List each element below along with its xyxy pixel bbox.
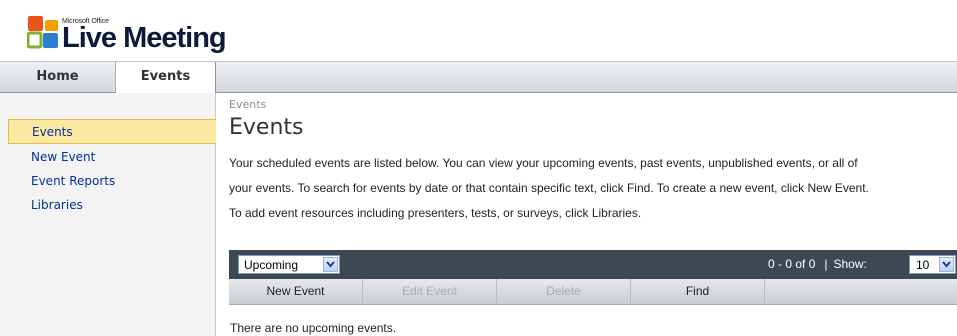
new-event-button[interactable]: New Event [229,279,363,304]
show-label: Show: [833,257,867,271]
product-name: Live Meeting [62,22,227,54]
pager-separator: | [824,257,828,271]
description-line: your events. To search for events by dat… [229,181,869,195]
find-button[interactable]: Find [631,279,765,304]
chevron-down-icon [942,261,951,268]
event-filter-select[interactable]: Upcoming [238,255,340,274]
filter-dropdown-button[interactable] [323,257,338,272]
pager: 0 - 0 of 0 | Show: [768,257,867,271]
event-filter-value: Upcoming [244,258,299,272]
description-line: To add event resources including present… [229,206,642,220]
page-description: Your scheduled events are listed below. … [229,151,957,226]
empty-message: There are no upcoming events. [230,321,397,335]
page-size-select[interactable]: 10 [909,255,956,274]
chevron-down-icon [326,261,335,268]
events-action-bar: New Event Edit Event Delete Find [229,279,957,305]
page-title: Events [229,115,304,140]
tab-home[interactable]: Home [0,62,116,92]
page-size-value: 10 [916,258,930,272]
sidebar: Events New Event Event Reports Libraries [0,93,216,336]
app-header: Microsoft Office Live Meeting [0,0,957,62]
main-content: Events Events Your scheduled events are … [217,93,957,336]
sidebar-item-events[interactable]: Events [8,119,216,144]
breadcrumb: Events [229,98,267,111]
description-line: Your scheduled events are listed below. … [229,156,858,170]
tab-events[interactable]: Events [116,62,216,93]
office-logo-icon [27,16,58,49]
page-size-dropdown-button[interactable] [939,257,954,272]
sidebar-item-event-reports[interactable]: Event Reports [8,169,216,194]
top-nav: Home Events [0,62,957,93]
events-grid-toolbar: Upcoming 0 - 0 of 0 | Show: 10 [229,250,957,279]
edit-event-button[interactable]: Edit Event [363,279,497,304]
sidebar-item-new-event[interactable]: New Event [8,145,216,170]
pager-range: 0 - 0 of 0 [768,257,816,271]
delete-button[interactable]: Delete [497,279,631,304]
sidebar-item-libraries[interactable]: Libraries [8,193,216,218]
